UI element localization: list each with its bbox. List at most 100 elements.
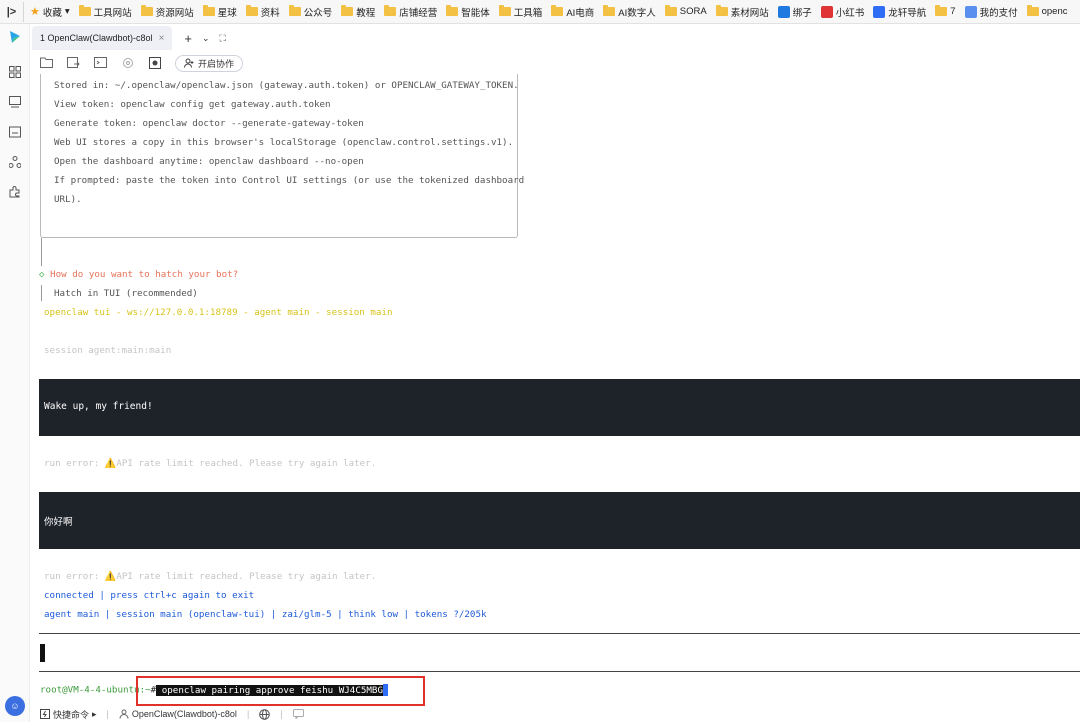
bookmark-item[interactable]: AI数字人 <box>603 5 656 19</box>
add-tab-button[interactable]: + <box>184 31 192 46</box>
folder-icon <box>78 5 91 16</box>
bookmark-item[interactable]: 教程 <box>341 5 375 19</box>
error-line: run error: ⚠️API rate limit reached. Ple… <box>44 458 377 469</box>
bookmark-item[interactable]: 绑子 <box>777 5 812 19</box>
folder-icon <box>498 5 511 16</box>
session-status: agent main | session main (openclaw-tui)… <box>44 609 487 620</box>
inbox-icon[interactable] <box>7 126 23 142</box>
settings-icon[interactable] <box>121 57 134 69</box>
close-icon[interactable]: × <box>159 33 165 44</box>
tree-connector <box>41 285 42 301</box>
quick-command-button[interactable]: 快捷命令 ▸ <box>40 708 97 721</box>
bookmark-label: 龙轩导航 <box>888 7 927 19</box>
folder-icon <box>202 5 215 16</box>
bookmark-label: 智能体 <box>461 7 490 19</box>
user-message: Wake up, my friend! <box>39 379 1080 436</box>
globe-icon <box>259 708 271 720</box>
folder-icon <box>603 5 616 16</box>
bookmark-label: SORA <box>679 6 707 17</box>
folder-open-icon[interactable] <box>40 57 53 69</box>
divider: | <box>280 709 283 719</box>
tab-bar: 1 OpenClaw(Clawdbot)-c8ol × + ⌄ ⛶ <box>30 24 1080 52</box>
folder-icon <box>140 5 153 16</box>
file-transfer-icon[interactable] <box>67 57 80 69</box>
bookmark-item[interactable]: 素材网站 <box>715 5 769 19</box>
bookmark-item[interactable]: 星球 <box>202 5 237 19</box>
folder-icon <box>1026 5 1039 16</box>
tree-connector <box>41 238 42 266</box>
session-indicator[interactable]: OpenClaw(Clawdbot)-c8ol <box>119 709 237 719</box>
bookmark-item[interactable]: 公众号 <box>288 5 333 19</box>
bookmark-item[interactable]: AI电商 <box>551 5 594 19</box>
avatar[interactable]: ☺ <box>5 696 25 716</box>
question-line: ◇ How do you want to hatch your bot? <box>39 269 239 280</box>
network-icon[interactable] <box>7 156 23 172</box>
tab-session[interactable]: 1 OpenClaw(Clawdbot)-c8ol × <box>32 26 173 50</box>
terminal-line: View token: openclaw config get gateway.… <box>54 99 331 110</box>
puzzle-icon[interactable] <box>7 186 23 202</box>
chevron-down-icon[interactable]: ⌄ <box>202 33 210 44</box>
bookmark-item[interactable]: openc <box>1026 5 1068 17</box>
terminal-line: URL). <box>54 194 82 205</box>
bookmark-item[interactable]: 小红书 <box>820 5 864 19</box>
bookmark-label: 星球 <box>217 7 237 19</box>
bookmark-item[interactable]: 我的支付 <box>964 5 1018 19</box>
user-message-text: 你好啊 <box>44 517 73 528</box>
bookmark-label: 资料 <box>260 7 280 19</box>
left-sidebar: ☺ <box>0 24 30 722</box>
bookmark-item[interactable]: 7 <box>935 5 956 17</box>
bookmark-item[interactable]: ★ 收藏 ▾ <box>30 5 70 19</box>
folder-icon <box>341 5 354 16</box>
bookmark-label: 素材网站 <box>730 7 769 19</box>
collab-label: 开启协作 <box>198 58 235 69</box>
bookmark-label: 公众号 <box>303 7 333 19</box>
fullscreen-icon[interactable]: ⛶ <box>220 33 226 44</box>
bookmark-label: 工具网站 <box>93 7 132 19</box>
input-cursor <box>40 644 45 662</box>
bookmark-label: 收藏 <box>42 7 62 19</box>
bookmark-item[interactable]: 龙轩导航 <box>873 5 926 19</box>
terminal-output[interactable]: Stored in: ~/.openclaw/openclaw.json (ga… <box>30 74 1080 706</box>
chat-button[interactable] <box>292 709 304 719</box>
bookmark-item[interactable]: 资料 <box>245 5 280 19</box>
answer-line: Hatch in TUI (recommended) <box>54 288 198 299</box>
connection-status: connected | press ctrl+c again to exit <box>44 590 255 601</box>
session-line: session agent:main:main <box>44 345 172 356</box>
site-icon <box>964 5 977 18</box>
chevron-right-icon: ▸ <box>92 708 97 719</box>
globe-button[interactable] <box>259 708 271 720</box>
bookmark-label: 教程 <box>356 7 376 19</box>
terminal-icon[interactable] <box>94 57 107 69</box>
divider <box>39 633 1080 634</box>
bookmark-label: openc <box>1041 6 1068 17</box>
bookmark-item[interactable]: 工具箱 <box>498 5 542 19</box>
list-icon[interactable] <box>7 96 23 112</box>
folder-icon <box>245 5 258 16</box>
bookmark-label: 店铺经营 <box>399 7 438 19</box>
bookmark-label: 我的支付 <box>979 7 1018 19</box>
bookmark-item[interactable]: 工具网站 <box>78 5 132 19</box>
bookmark-item[interactable]: SORA <box>664 5 707 17</box>
folder-icon <box>551 5 564 16</box>
bookmark-label: 绑子 <box>792 7 812 19</box>
user-message: 你好啊 <box>39 492 1080 549</box>
bookmark-item[interactable]: 店铺经营 <box>384 5 437 19</box>
tui-header: openclaw tui - ws://127.0.0.1:18789 - ag… <box>44 307 393 318</box>
sidebar-toggle-icon[interactable]: |> <box>0 1 24 22</box>
app-logo-icon[interactable] <box>8 30 22 44</box>
divider: | <box>106 709 109 719</box>
bookmark-item[interactable]: 智能体 <box>446 5 490 19</box>
toolbar: 开启协作 <box>30 52 1080 74</box>
folder-icon <box>715 5 728 16</box>
record-icon[interactable] <box>148 57 161 69</box>
terminal-line: Stored in: ~/.openclaw/openclaw.json (ga… <box>54 80 519 91</box>
terminal-line: If prompted: paste the token into Contro… <box>54 175 525 186</box>
collab-button[interactable]: 开启协作 <box>175 54 244 72</box>
bookmark-item[interactable]: 资源网站 <box>140 5 194 19</box>
quick-command-label: 快捷命令 <box>53 709 90 720</box>
site-icon <box>777 5 790 18</box>
terminal-line: Open the dashboard anytime: openclaw das… <box>54 156 364 167</box>
folder-icon <box>935 5 948 16</box>
star-icon: ★ <box>30 6 40 18</box>
grid-icon[interactable] <box>7 66 23 82</box>
